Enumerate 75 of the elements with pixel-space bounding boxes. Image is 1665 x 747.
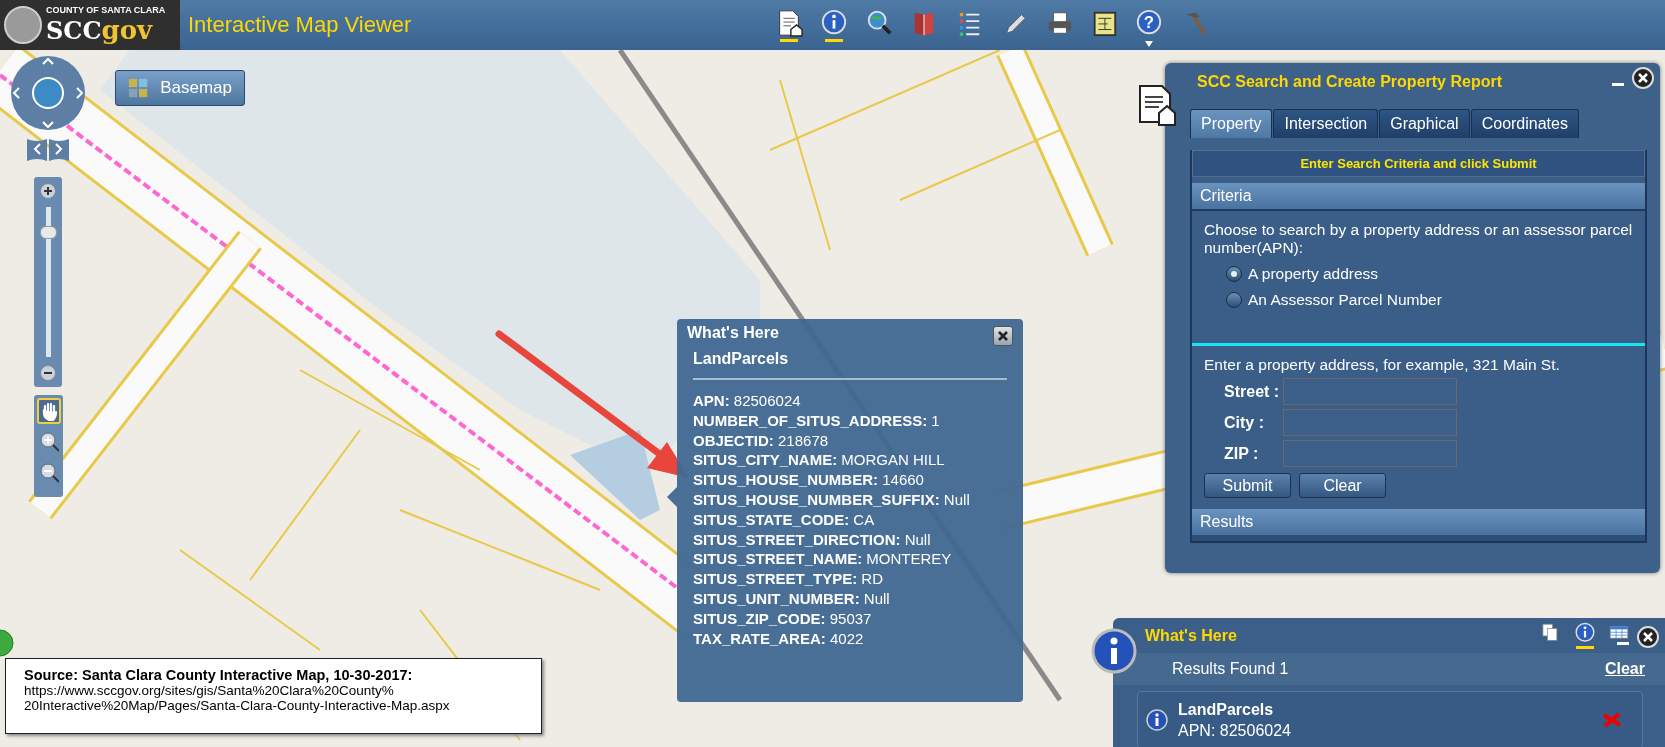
close-icon [1638,73,1648,83]
county-seal-icon [4,6,42,44]
attribute-line: SITUS_ZIP_CODE: 95037 [693,608,873,629]
grid-icon [128,77,149,99]
attribute-line: SITUS_STREET_NAME: MONTEREY [693,549,953,570]
info-icon [1574,622,1596,644]
radio-label[interactable]: A property address [1248,265,1379,283]
zoom-out-button[interactable] [40,365,56,381]
tab[interactable]: Intersection [1273,109,1379,138]
tab[interactable]: Coordinates [1470,109,1579,138]
input-field[interactable] [1283,409,1457,436]
attribute-line: NUMBER_OF_SITUS_ADDRESS: 1 [693,410,941,431]
radio-label[interactable]: An Assessor Parcel Number [1248,291,1442,309]
close-icon [998,331,1008,341]
logo-wordmark: SCC [46,16,102,45]
logo-caption: COUNTY OF SANTA CLARA [46,5,166,15]
field-label: Street : [1223,382,1281,401]
form-button[interactable]: Clear [1299,473,1386,498]
toolbar-button[interactable]: ? [1133,5,1166,45]
info-icon [1091,628,1137,674]
result-detail: APN: 82506024 [1178,721,1292,740]
attribute-line: SITUS_HOUSE_NUMBER: 14660 [693,470,925,490]
info-icon [820,8,849,37]
attribute-line: SITUS_STREET_DIRECTION: Null [693,529,932,550]
layer-name: LandParcels [693,350,790,368]
input-field[interactable] [1283,440,1457,467]
result-item[interactable]: LandParcels APN: 82506024 [1137,691,1643,747]
globe-magnifier-icon [865,8,894,37]
section-header: Results [1192,509,1645,541]
tab[interactable]: Property [1190,109,1273,138]
results-count: Results Found 1 [1172,660,1289,678]
slider-thumb[interactable] [39,226,57,240]
zoom-in-button[interactable] [40,183,56,199]
field-label: City : [1223,413,1265,432]
source-url: 20Interactive%20Map/Pages/Santa-Clara-County-Interactive-Map.aspx [24,698,451,713]
minimize-button[interactable] [1612,82,1624,86]
form-button[interactable]: Submit [1204,473,1291,498]
app-title: Interactive Map Viewer [188,12,412,38]
hint-text: Enter a property address, for example, 321 Main St. [1204,356,1561,374]
panel-title: What's Here [1145,626,1238,645]
attribute-line: TAX_RATE_AREA: 4022 [693,628,865,649]
radio-button[interactable] [1226,266,1242,282]
panel-title: SCC Search and Create Property Report [1196,72,1502,92]
info-icon [1146,709,1168,731]
attribute-line: SITUS_CITY_NAME: MORGAN HILL [693,450,946,471]
logo-wordmark-suffix: gov [101,15,153,45]
attribute-line: APN: 82506024 [693,391,802,411]
attribute-line: SITUS_STREET_TYPE: RD [693,569,885,589]
source-url: https://www.sccgov.org/sites/gis/Santa%20Clara%20County% [24,683,395,698]
instruction-banner: Enter Search Criteria and click Submit [1192,150,1645,177]
attribute-line: SITUS_STATE_CODE: CA [693,509,876,530]
attribute-line: OBJECTID: 218678 [693,430,830,451]
attribute-line: SITUS_UNIT_NUMBER: Null [693,588,891,609]
pan-tool-button[interactable] [36,398,61,424]
field-label: ZIP : [1223,444,1260,463]
input-field[interactable] [1283,378,1457,405]
selected-parcel[interactable] [570,430,660,520]
plus-icon [43,186,53,196]
close-button[interactable] [993,326,1013,346]
radio-button[interactable] [1226,292,1242,308]
minimize-button[interactable] [1617,641,1629,645]
pan-control-icon[interactable] [11,56,85,130]
attribute-line: SITUS_HOUSE_NUMBER_SUFFIX: Null [693,490,971,510]
document-house-icon [1137,83,1177,127]
close-icon [1643,632,1653,642]
source-heading: Source: Santa Clara County Interactive Map, 10-30-2017: [24,667,414,683]
result-title: LandParcels [1178,700,1275,719]
description-text: Choose to search by a property address or an assessor parcel number(APN): [1204,221,1633,257]
view-button[interactable] [1573,621,1597,650]
clear-link[interactable]: Clear [1604,660,1645,678]
help-icon: ? [1135,8,1164,37]
basemap-button[interactable]: Basemap [115,70,245,106]
popup-title: What's Here [687,324,779,342]
section-header: Criteria [1192,183,1645,211]
tab[interactable]: Graphical [1379,109,1470,138]
